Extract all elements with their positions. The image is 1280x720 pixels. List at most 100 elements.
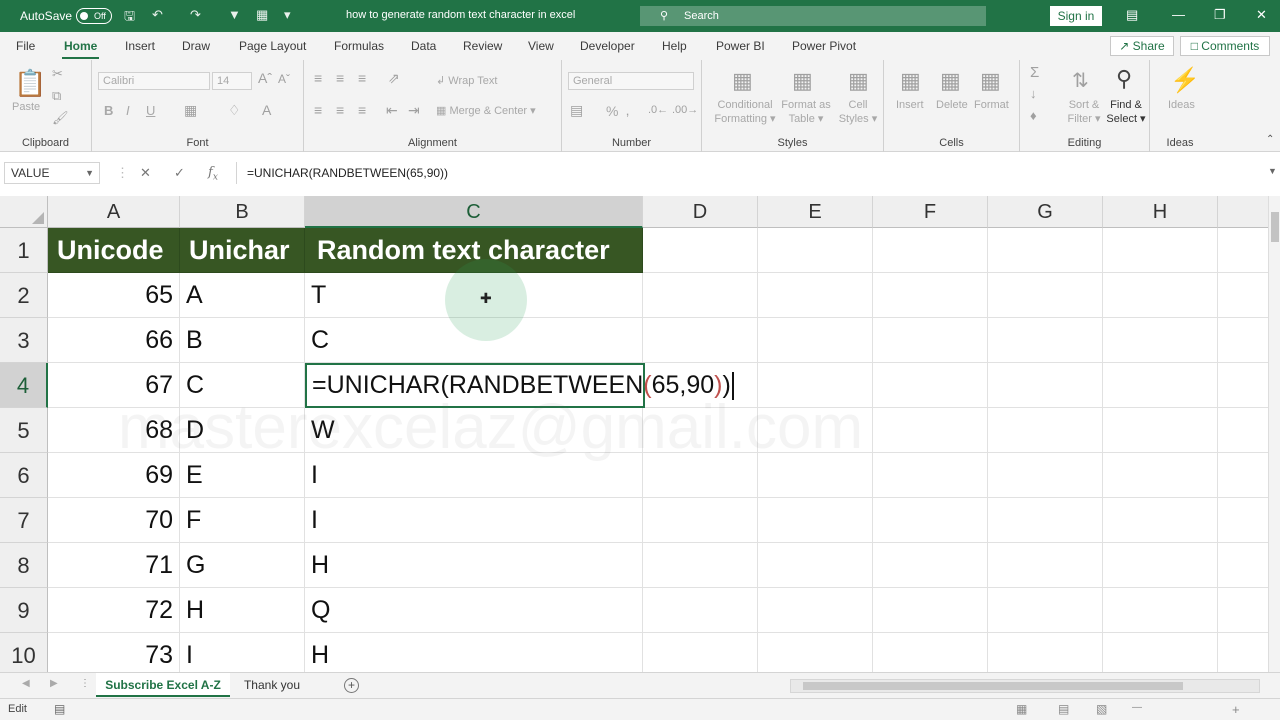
tab-home[interactable]: Home [61, 39, 100, 59]
redo-icon[interactable]: ↷ [190, 7, 201, 23]
ideas-button[interactable]: Ideas [1168, 98, 1195, 112]
tab-insert[interactable]: Insert [125, 39, 155, 53]
format-as-table-icon[interactable]: ▦ [792, 68, 813, 94]
font-family-select[interactable]: Calibri [98, 72, 210, 90]
cell-c10[interactable]: H [305, 633, 643, 672]
cell-b4[interactable]: C [180, 363, 305, 408]
column-header-g[interactable]: G [988, 196, 1103, 228]
cell-a2[interactable]: 65 [48, 273, 180, 318]
vertical-scroll-thumb[interactable] [1271, 212, 1279, 242]
enter-check-icon[interactable]: ✓ [174, 165, 185, 181]
zoom-in-icon[interactable]: + [1232, 702, 1240, 717]
merge-center-button[interactable]: ▦ Merge & Center ▾ [436, 104, 536, 118]
bottom-align-icon[interactable]: ≡ [358, 70, 366, 86]
undo-icon[interactable]: ↶ [152, 7, 163, 23]
column-header-c[interactable]: C [305, 196, 643, 228]
conditional-formatting-button[interactable]: Conditional Formatting ▾ [710, 98, 780, 126]
bold-button[interactable]: B [104, 104, 113, 118]
number-format-select[interactable]: General [568, 72, 694, 90]
tab-data[interactable]: Data [411, 39, 436, 53]
decrease-decimal-icon[interactable]: .00→ [672, 104, 698, 116]
horizontal-scroll-thumb[interactable] [803, 682, 1183, 690]
sheet-options-icon[interactable]: ⋮ [80, 678, 90, 689]
insert-cells-icon[interactable]: ▦ [900, 68, 921, 94]
cell-b8[interactable]: G [180, 543, 305, 588]
row-header-10[interactable]: 10 [0, 633, 48, 672]
tab-formulas[interactable]: Formulas [334, 39, 384, 53]
cell-b1[interactable]: Unichar [180, 228, 305, 273]
name-box[interactable]: VALUE ▼ [4, 162, 100, 184]
conditional-formatting-icon[interactable]: ▦ [732, 68, 753, 94]
cell-b2[interactable]: A [180, 273, 305, 318]
tab-page-layout[interactable]: Page Layout [239, 39, 306, 53]
share-button[interactable]: ↗ Share [1110, 36, 1174, 56]
top-align-icon[interactable]: ≡ [314, 70, 322, 86]
active-cell-editor[interactable]: =UNICHAR(RANDBETWEEN(65,90)) [305, 363, 734, 408]
tab-help[interactable]: Help [662, 39, 687, 53]
borders-icon[interactable]: ▦ [184, 102, 197, 119]
orientation-icon[interactable]: ⇗ [388, 70, 400, 87]
cell-a4[interactable]: 67 [48, 363, 180, 408]
paste-button[interactable]: Paste [12, 100, 40, 114]
cancel-icon[interactable]: ✕ [140, 165, 151, 181]
autosave-toggle[interactable]: Off [76, 8, 112, 24]
tab-draw[interactable]: Draw [182, 39, 210, 53]
column-header-b[interactable]: B [180, 196, 305, 228]
find-select-icon[interactable]: ⚲ [1116, 66, 1132, 92]
align-left-icon[interactable]: ≡ [314, 102, 322, 118]
add-sheet-icon[interactable]: + [344, 678, 359, 693]
cell-b9[interactable]: H [180, 588, 305, 633]
wrap-text-button[interactable]: ↲ Wrap Text [436, 74, 497, 88]
font-color-icon[interactable]: A [262, 102, 271, 118]
middle-align-icon[interactable]: ≡ [336, 70, 344, 86]
align-right-icon[interactable]: ≡ [358, 102, 366, 118]
fill-color-icon[interactable]: ♢ [228, 102, 241, 119]
minimize-icon[interactable]: — [1172, 7, 1185, 22]
percent-button[interactable]: % [606, 104, 618, 118]
column-header-a[interactable]: A [48, 196, 180, 228]
next-sheet-icon[interactable]: ▶ [50, 678, 58, 689]
column-header-h[interactable]: H [1103, 196, 1218, 228]
formula-input[interactable]: =UNICHAR(RANDBETWEEN(65,90)) [236, 162, 1266, 184]
sheet-tab-thank-you[interactable]: Thank you [232, 673, 312, 697]
tab-power-pivot[interactable]: Power Pivot [792, 39, 856, 53]
decrease-indent-icon[interactable]: ⇤ [386, 102, 398, 119]
cell-a3[interactable]: 66 [48, 318, 180, 363]
expand-formula-icon[interactable]: ▼ [1268, 166, 1277, 176]
cell-a5[interactable]: 68 [48, 408, 180, 453]
collapse-ribbon-icon[interactable]: ⌃ [1266, 134, 1274, 145]
cell-a7[interactable]: 70 [48, 498, 180, 543]
row-header-6[interactable]: 6 [0, 453, 48, 498]
search-box[interactable]: ⚲ Search [640, 6, 986, 26]
column-header-e[interactable]: E [758, 196, 873, 228]
cell-b6[interactable]: E [180, 453, 305, 498]
zoom-out-icon[interactable]: — [1132, 702, 1142, 713]
tab-file[interactable]: File [16, 39, 35, 53]
row-header-5[interactable]: 5 [0, 408, 48, 453]
cell-a10[interactable]: 73 [48, 633, 180, 672]
page-break-view-icon[interactable]: ▧ [1096, 702, 1107, 716]
normal-view-icon[interactable]: ▦ [1016, 702, 1027, 716]
font-size-select[interactable]: 14 [212, 72, 252, 90]
format-cells-icon[interactable]: ▦ [980, 68, 1001, 94]
macro-recording-icon[interactable]: ▤ [54, 702, 65, 716]
tab-view[interactable]: View [528, 39, 554, 53]
cell-styles-button[interactable]: Cell Styles ▾ [836, 98, 880, 126]
insert-cells-button[interactable]: Insert [896, 98, 924, 112]
cell-a1[interactable]: Unicode [48, 228, 180, 273]
italic-button[interactable]: I [126, 104, 130, 118]
increase-font-icon[interactable]: Aˆ [258, 70, 272, 86]
sort-filter-button[interactable]: Sort & Filter ▾ [1064, 98, 1104, 126]
align-center-icon[interactable]: ≡ [336, 102, 344, 118]
row-header-8[interactable]: 8 [0, 543, 48, 588]
format-as-table-button[interactable]: Format as Table ▾ [778, 98, 834, 126]
find-select-button[interactable]: Find & Select ▾ [1104, 98, 1148, 126]
form-icon[interactable]: ▦ [256, 7, 268, 23]
row-header-4[interactable]: 4 [0, 363, 48, 408]
cell-a8[interactable]: 71 [48, 543, 180, 588]
comma-style-icon[interactable]: ‚ [626, 102, 629, 118]
prev-sheet-icon[interactable]: ◀ [22, 678, 30, 689]
cell-b5[interactable]: D [180, 408, 305, 453]
sort-filter-icon[interactable]: ⇅ [1072, 68, 1089, 93]
cell-c8[interactable]: H [305, 543, 643, 588]
